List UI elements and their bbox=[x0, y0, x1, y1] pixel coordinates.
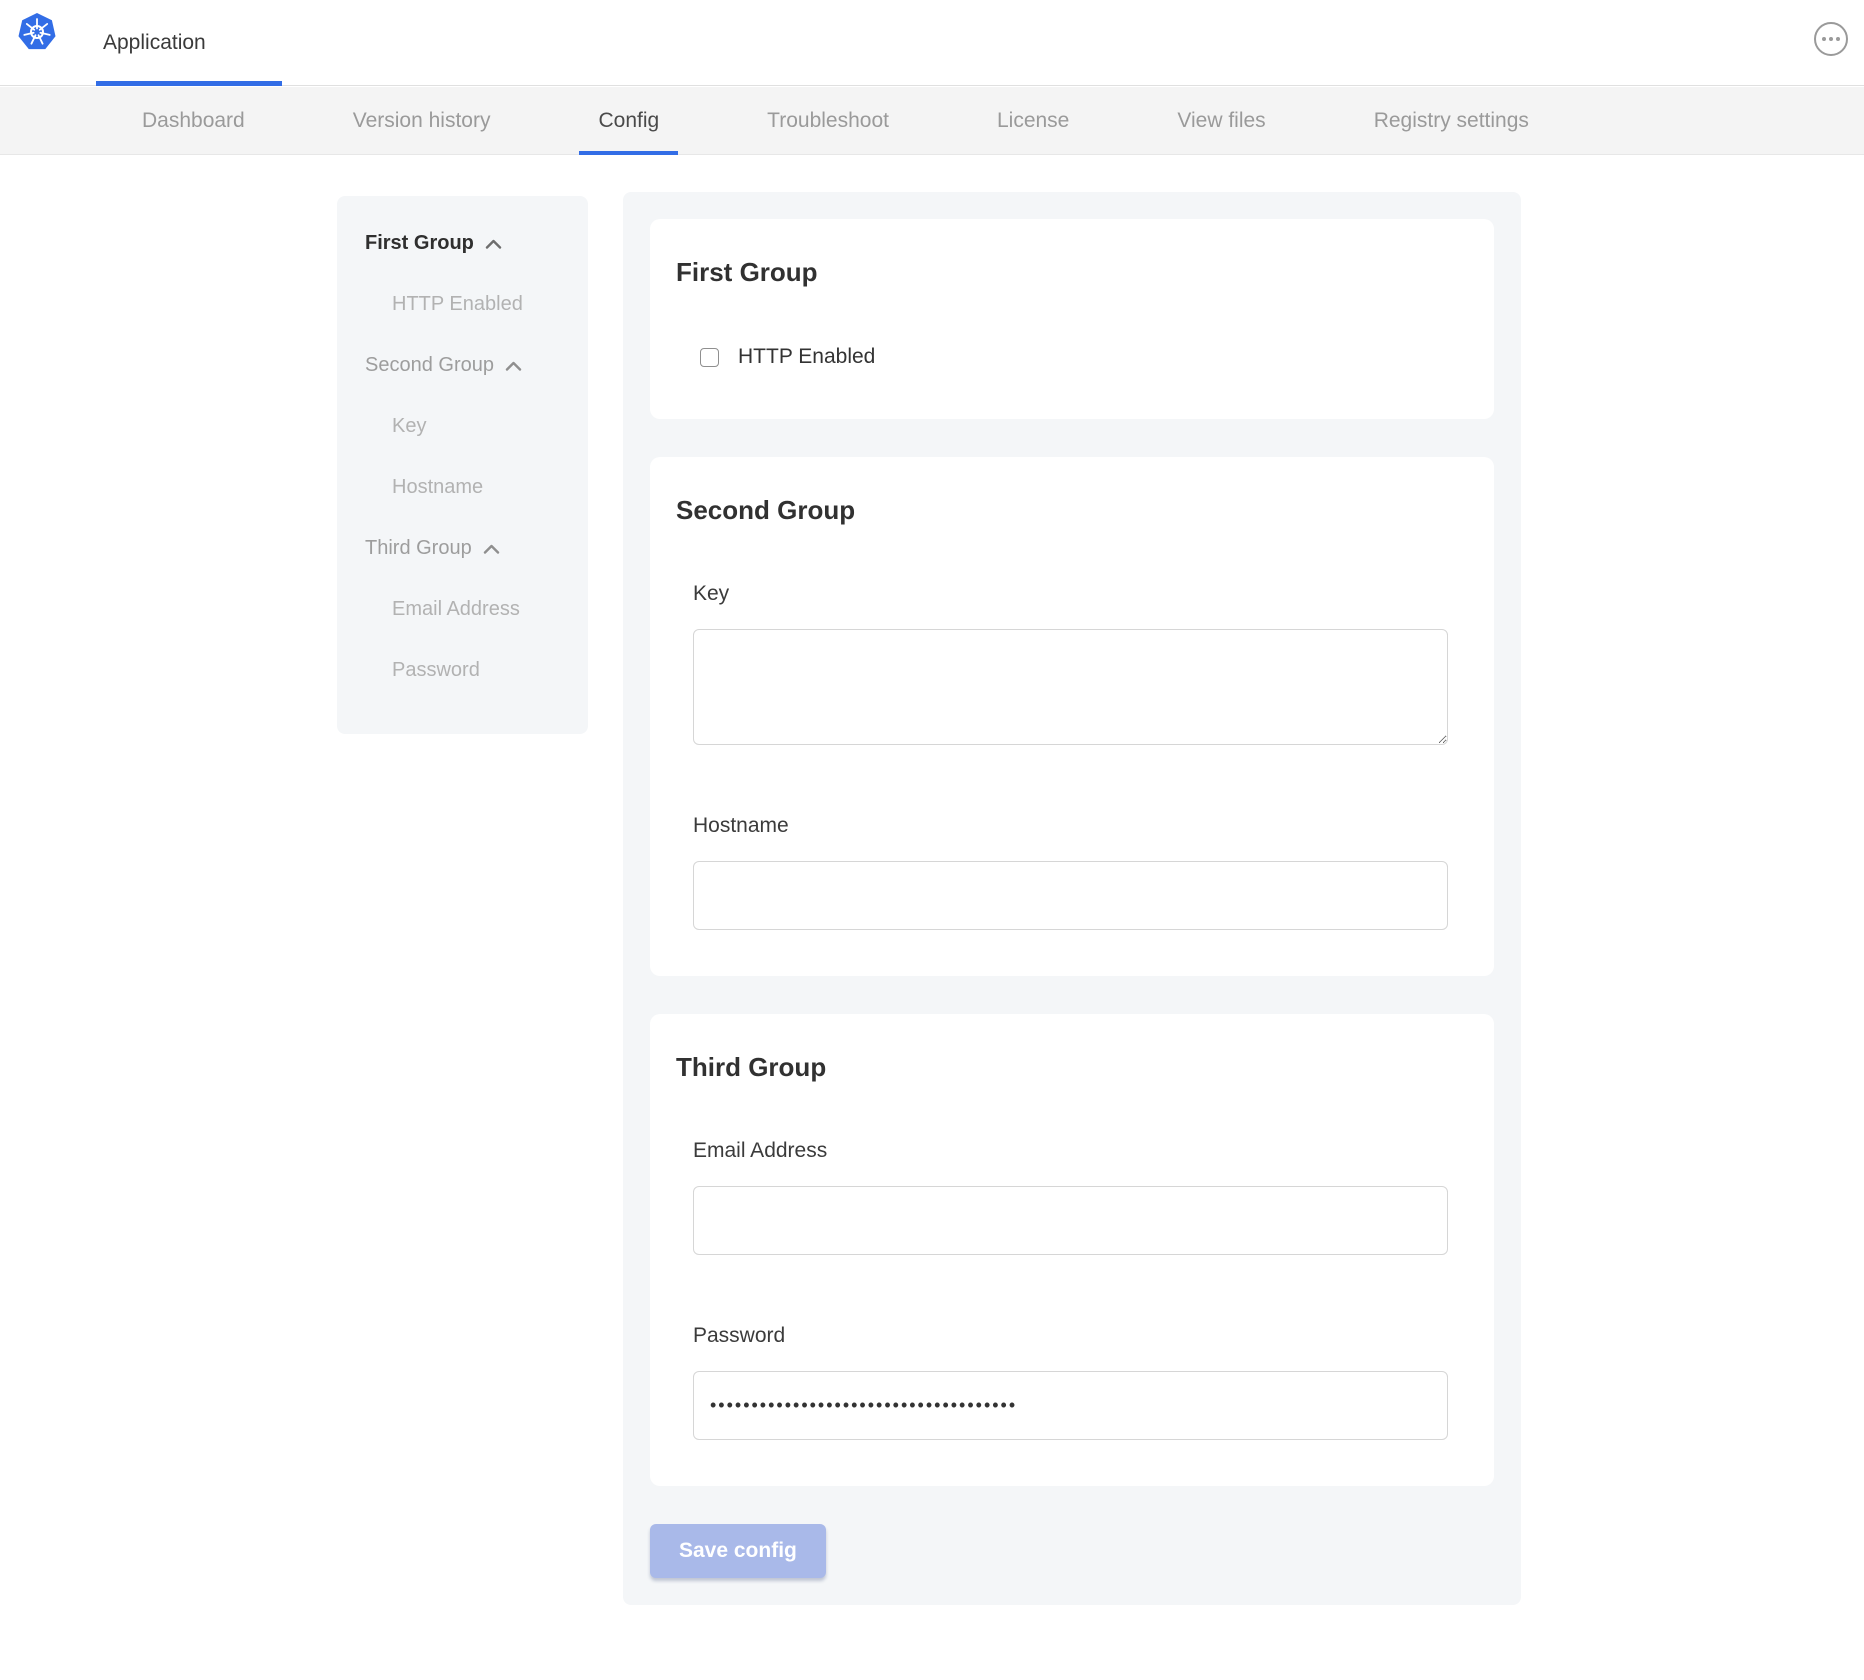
email-address-input[interactable] bbox=[693, 1186, 1448, 1255]
config-group-card-third: Third Group Email Address Password bbox=[650, 1014, 1494, 1486]
sidebar-group-label: First Group bbox=[365, 230, 474, 256]
tab-dashboard[interactable]: Dashboard bbox=[123, 87, 264, 154]
http-enabled-checkbox[interactable] bbox=[700, 348, 719, 367]
password-input[interactable] bbox=[693, 1371, 1448, 1440]
field-label-hostname: Hostname bbox=[693, 813, 1448, 839]
more-menu-button[interactable] bbox=[1814, 22, 1848, 56]
ellipsis-icon bbox=[1822, 37, 1826, 41]
config-group-card-second: Second Group Key Hostname bbox=[650, 457, 1494, 976]
sidebar-item-hostname[interactable]: Hostname bbox=[365, 474, 588, 500]
field-label-email-address: Email Address bbox=[693, 1138, 1448, 1164]
sidebar-item-http-enabled[interactable]: HTTP Enabled bbox=[365, 291, 588, 317]
config-area: First Group HTTP Enabled Second Group Ke… bbox=[623, 192, 1521, 1605]
kubernetes-logo-icon bbox=[17, 12, 57, 52]
app-header: Application bbox=[0, 0, 1864, 86]
group-title-first: First Group bbox=[676, 257, 1448, 287]
sidebar-item-first-group[interactable]: First Group bbox=[365, 230, 588, 256]
sidebar-item-label: Hostname bbox=[392, 474, 483, 500]
chevron-up-icon bbox=[505, 361, 522, 371]
sidebar-item-label: Email Address bbox=[392, 596, 520, 622]
chevron-up-icon bbox=[485, 239, 502, 249]
app-navbar: Dashboard Version history Config Trouble… bbox=[0, 87, 1864, 155]
http-enabled-checkbox-row[interactable]: HTTP Enabled bbox=[700, 345, 1448, 369]
field-label-password: Password bbox=[693, 1323, 1448, 1349]
sidebar-item-label: Key bbox=[392, 413, 426, 439]
field-label-key: Key bbox=[693, 581, 1448, 607]
chevron-up-icon bbox=[483, 544, 500, 554]
active-app-tab-underline bbox=[96, 81, 282, 86]
sidebar-item-third-group[interactable]: Third Group bbox=[365, 535, 588, 561]
tab-version-history[interactable]: Version history bbox=[334, 87, 510, 154]
sidebar-item-email-address[interactable]: Email Address bbox=[365, 596, 588, 622]
sidebar-item-password[interactable]: Password bbox=[365, 657, 588, 683]
save-config-button[interactable]: Save config bbox=[650, 1524, 826, 1578]
key-textarea[interactable] bbox=[693, 629, 1448, 745]
group-title-third: Third Group bbox=[676, 1052, 1448, 1082]
config-sidebar: First Group HTTP Enabled Second Group Ke… bbox=[337, 196, 588, 734]
sidebar-group-label: Third Group bbox=[365, 535, 472, 561]
tab-registry-settings[interactable]: Registry settings bbox=[1355, 87, 1548, 154]
checkbox-label: HTTP Enabled bbox=[738, 345, 875, 369]
config-group-card-first: First Group HTTP Enabled bbox=[650, 219, 1494, 419]
hostname-input[interactable] bbox=[693, 861, 1448, 930]
tab-troubleshoot[interactable]: Troubleshoot bbox=[748, 87, 908, 154]
tab-application[interactable]: Application bbox=[96, 0, 282, 86]
sidebar-item-label: HTTP Enabled bbox=[392, 291, 523, 317]
sidebar-item-label: Password bbox=[392, 657, 480, 683]
sidebar-item-key[interactable]: Key bbox=[365, 413, 588, 439]
sidebar-group-label: Second Group bbox=[365, 352, 494, 378]
tab-view-files[interactable]: View files bbox=[1158, 87, 1284, 154]
tab-license[interactable]: License bbox=[978, 87, 1088, 154]
sidebar-item-second-group[interactable]: Second Group bbox=[365, 352, 588, 378]
tab-config[interactable]: Config bbox=[579, 87, 678, 154]
group-title-second: Second Group bbox=[676, 495, 1448, 525]
